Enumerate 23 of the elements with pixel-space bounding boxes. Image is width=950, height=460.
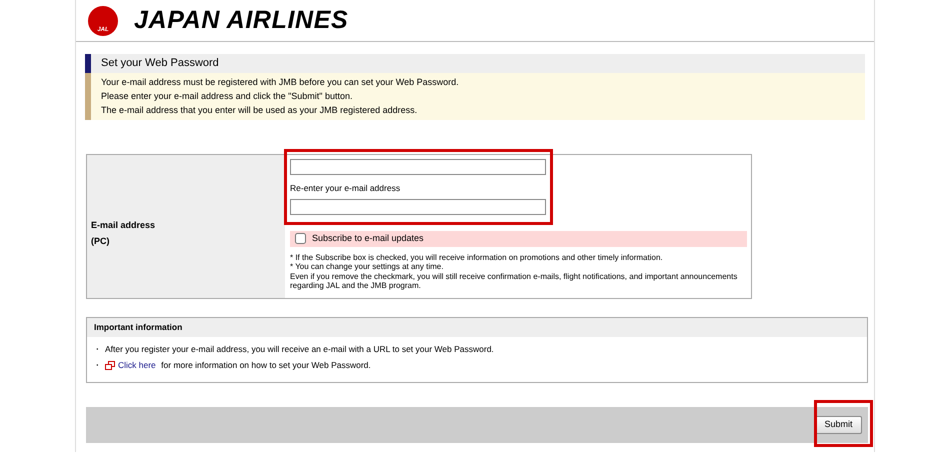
link[interactable]: Click here (118, 358, 156, 372)
subscribe-label: Subscribe to e-mail updates (312, 232, 424, 245)
email-input[interactable] (290, 159, 546, 175)
submit-button[interactable]: Submit (815, 416, 862, 434)
field-caption: Re-enter your e-mail address (290, 182, 402, 195)
section-title: Set your Web Password (101, 56, 219, 72)
note-text: * You can change your settings at any time. (290, 262, 444, 272)
brand-name: JAPAN AIRLINES (134, 4, 348, 36)
new-window-icon (105, 360, 115, 370)
field-label: E-mail address (91, 218, 156, 232)
bullet: ・ (93, 343, 102, 356)
note-text: Even if you remove the checkmark, you will still receive confirmation e-mails, flight notifications, and important announcements regarding JAL and the JMB program. (290, 272, 738, 291)
info-title: Important information (94, 321, 182, 334)
notice-text: Please enter your e-mail address and click the "Submit" button. (101, 91, 354, 102)
info-text: for more information on how to set your Web Password. (160, 358, 371, 372)
email-input[interactable] (290, 198, 546, 215)
notice-text: The e-mail address that you enter will be used as your JMB registered address. (101, 105, 418, 116)
info-text: After you register your e-mail address, you will receive an e-mail with a URL to set your Web Password. (105, 343, 494, 356)
note-text: * If the Subscribe box is checked, you will receive information on promotions and other timely information. (290, 252, 664, 262)
field-sublabel: (PC) (91, 235, 110, 248)
subscribe-checkbox[interactable] (295, 233, 306, 244)
bullet: ・ (93, 358, 102, 372)
notice-text: Your e-mail address must be registered with JMB before you can set your Web Password. (101, 77, 460, 88)
